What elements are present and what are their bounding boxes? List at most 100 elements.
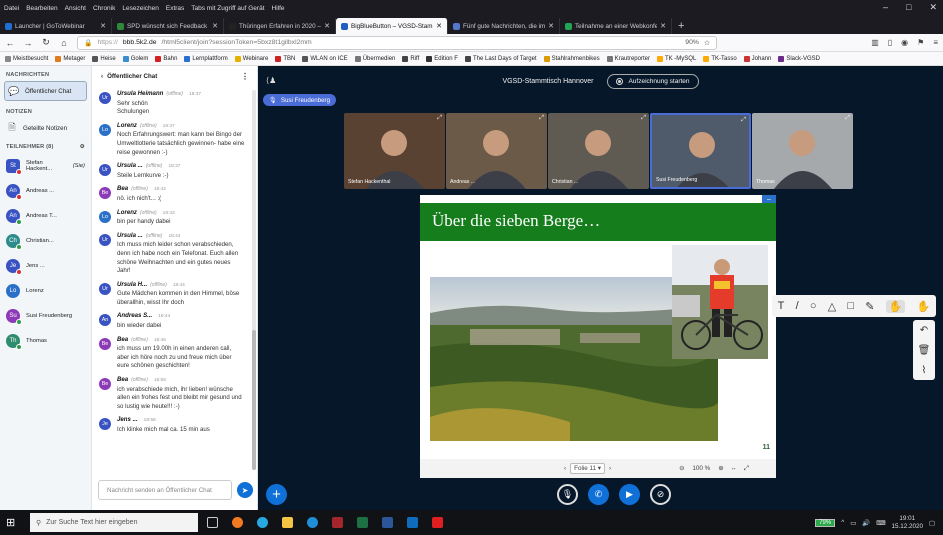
video-tile[interactable]: Thomas ⤢ bbox=[752, 113, 853, 189]
settings-gear-icon[interactable]: ⚙ bbox=[80, 144, 85, 150]
reload-icon[interactable]: ↻ bbox=[41, 37, 51, 48]
trash-icon[interactable]: 🗑 bbox=[918, 345, 931, 356]
bookmark-item[interactable]: Bahn bbox=[155, 55, 177, 62]
pan-tool-icon[interactable]: ✋ bbox=[917, 300, 931, 313]
forward-icon[interactable]: → bbox=[23, 38, 33, 48]
menu-item[interactable]: Extras bbox=[166, 5, 184, 12]
hand-tool-icon[interactable]: ✋ bbox=[885, 299, 906, 313]
bookmark-item[interactable]: Johann bbox=[743, 55, 771, 62]
participant-item[interactable]: St Stefan Hackent... (Sie) bbox=[0, 153, 91, 178]
actions-plus-button[interactable]: + bbox=[266, 484, 287, 505]
word-icon[interactable] bbox=[376, 513, 398, 533]
chat-input[interactable]: Nachricht senden an Öffentlicher Chat bbox=[98, 480, 232, 500]
next-slide-icon[interactable]: › bbox=[609, 465, 611, 472]
video-tile[interactable]: Andreas ... ⤢ bbox=[446, 113, 547, 189]
webex-icon[interactable] bbox=[251, 513, 273, 533]
fullscreen-icon[interactable]: ⤢ bbox=[744, 465, 749, 473]
ellipse-tool-icon[interactable]: ○ bbox=[810, 300, 817, 312]
expand-icon[interactable]: ⤢ bbox=[437, 115, 442, 122]
bookmark-item[interactable]: Krautreporter bbox=[606, 55, 650, 62]
task-view-icon[interactable] bbox=[201, 513, 223, 533]
bookmark-item[interactable]: TK -MySQL bbox=[656, 55, 696, 62]
record-button[interactable]: Aufzeichnung starten bbox=[607, 73, 699, 89]
expand-icon[interactable]: ⤢ bbox=[641, 115, 646, 122]
rectangle-tool-icon[interactable]: □ bbox=[847, 300, 854, 312]
menu-item[interactable]: Bearbeiten bbox=[26, 5, 57, 12]
participant-item[interactable]: An Andreas ... bbox=[0, 178, 91, 203]
bookmark-item[interactable]: Golem bbox=[122, 55, 148, 62]
url-bar[interactable]: 🔒 https:// bbb.5k2.de/html5client/join?se… bbox=[77, 35, 717, 50]
bookmark-item[interactable]: The Last Days of Target bbox=[464, 55, 537, 62]
slide-select[interactable]: Folie 11 ▾ bbox=[570, 463, 605, 474]
zoom-out-icon[interactable]: ⊖ bbox=[679, 465, 684, 472]
expand-icon[interactable]: ⤢ bbox=[845, 115, 850, 122]
chat-scrollbar[interactable] bbox=[252, 90, 256, 470]
bookmark-item[interactable]: Slack-VGSD bbox=[778, 55, 820, 62]
menu-item[interactable]: Hilfe bbox=[272, 5, 285, 12]
bookmark-item[interactable]: Stahlrahmenbikes bbox=[543, 55, 600, 62]
browser-tab[interactable]: Fünf gute Nachrichten, die im ✕ bbox=[448, 18, 560, 34]
tab-close-icon[interactable]: ✕ bbox=[660, 22, 666, 30]
text-tool-icon[interactable]: T bbox=[778, 300, 785, 312]
bookmark-item[interactable]: Lernplattform bbox=[184, 55, 228, 62]
participant-item[interactable]: Je Jens ... bbox=[0, 253, 91, 278]
acrobat-icon[interactable] bbox=[426, 513, 448, 533]
chat-scrollbar-thumb[interactable] bbox=[252, 330, 256, 470]
participant-item[interactable]: Th Thomas bbox=[0, 328, 91, 353]
extension-icon[interactable]: ⚑ bbox=[917, 38, 924, 47]
maximize-icon[interactable]: □ bbox=[906, 2, 911, 13]
home-icon[interactable]: ⌂ bbox=[59, 38, 69, 48]
shared-notes-nav[interactable]: 🗎 Geteilte Notizen bbox=[0, 118, 91, 138]
bookmark-item[interactable]: WLAN on ICE bbox=[302, 55, 348, 62]
library-icon[interactable]: ▥ bbox=[871, 38, 879, 47]
page-zoom[interactable]: 90% bbox=[685, 39, 699, 46]
bookmark-item[interactable]: Riff bbox=[402, 55, 419, 62]
participant-item[interactable]: Lo Lorenz bbox=[0, 278, 91, 303]
clock[interactable]: 19:01 15.12.2020 bbox=[891, 515, 923, 531]
excel-icon[interactable] bbox=[351, 513, 373, 533]
mute-button[interactable]: 🎙 bbox=[557, 484, 578, 505]
video-tile[interactable]: Christian ... ⤢ bbox=[548, 113, 649, 189]
access-icon[interactable] bbox=[326, 513, 348, 533]
bookmark-item[interactable]: Webinare bbox=[234, 55, 268, 62]
fit-width-icon[interactable]: ↔ bbox=[731, 465, 737, 472]
battery-indicator[interactable]: 79% bbox=[815, 518, 836, 527]
triangle-tool-icon[interactable]: △ bbox=[828, 300, 836, 313]
expand-icon[interactable]: ⤢ bbox=[741, 117, 746, 124]
taskbar-search[interactable]: ⚲ Zur Suche Text hier eingeben bbox=[30, 513, 198, 532]
bookmark-item[interactable]: Edition F bbox=[426, 55, 458, 62]
minimize-icon[interactable]: – bbox=[883, 2, 888, 13]
public-chat-nav[interactable]: 💬 Öffentlicher Chat bbox=[4, 81, 87, 101]
participant-item[interactable]: Su Susi Freudenberg bbox=[0, 303, 91, 328]
bookmark-star-icon[interactable]: ☆ bbox=[704, 39, 710, 47]
tab-close-icon[interactable]: ✕ bbox=[548, 22, 554, 30]
send-button[interactable]: ➤ bbox=[237, 482, 253, 498]
outlook-icon[interactable] bbox=[401, 513, 423, 533]
undo-icon[interactable]: ↶ bbox=[920, 325, 928, 336]
tab-close-icon[interactable]: ✕ bbox=[436, 22, 442, 30]
firefox-icon[interactable] bbox=[226, 513, 248, 533]
zoom-in-icon[interactable]: ⊕ bbox=[718, 465, 723, 472]
bookmark-item[interactable]: TBN bbox=[275, 55, 295, 62]
menu-item[interactable]: Tabs mit Zugriff auf Gerät bbox=[191, 5, 264, 12]
audio-button[interactable]: ✆ bbox=[588, 484, 609, 505]
bookmark-item[interactable]: TK-Tasso bbox=[703, 55, 737, 62]
volume-icon[interactable]: 🔊 bbox=[862, 519, 870, 527]
multiuser-icon[interactable]: ⌇ bbox=[922, 365, 927, 376]
bookmark-item[interactable]: Heise bbox=[92, 55, 116, 62]
chevron-left-icon[interactable]: ‹ bbox=[101, 73, 103, 80]
browser-tab[interactable]: Launcher | GoToWebinar ✕ bbox=[0, 18, 112, 34]
participant-item[interactable]: An Andreas T... bbox=[0, 203, 91, 228]
browser-tab[interactable]: Teilnahme an einer Webkonfer ✕ bbox=[560, 18, 672, 34]
browser-tab[interactable]: Thüringen Erfahren in 2020 – b ✕ bbox=[224, 18, 336, 34]
browser-tab[interactable]: BigBlueButton – VGSD-Stam ✕ bbox=[336, 18, 448, 34]
more-options-icon[interactable]: ⋮ bbox=[241, 72, 249, 81]
screenshare-button[interactable]: ⊘ bbox=[650, 484, 671, 505]
keyboard-icon[interactable]: ⌨ bbox=[876, 519, 885, 527]
sidebar-icon[interactable]: ▯ bbox=[888, 38, 892, 47]
video-tile[interactable]: Susi Freudenberg ⤢ bbox=[650, 113, 751, 189]
pencil-tool-icon[interactable]: ✎ bbox=[865, 300, 874, 313]
video-tile[interactable]: Stefan Hackenthal ⤢ bbox=[344, 113, 445, 189]
back-icon[interactable]: ← bbox=[5, 38, 15, 48]
menu-item[interactable]: Lesezeichen bbox=[122, 5, 159, 12]
